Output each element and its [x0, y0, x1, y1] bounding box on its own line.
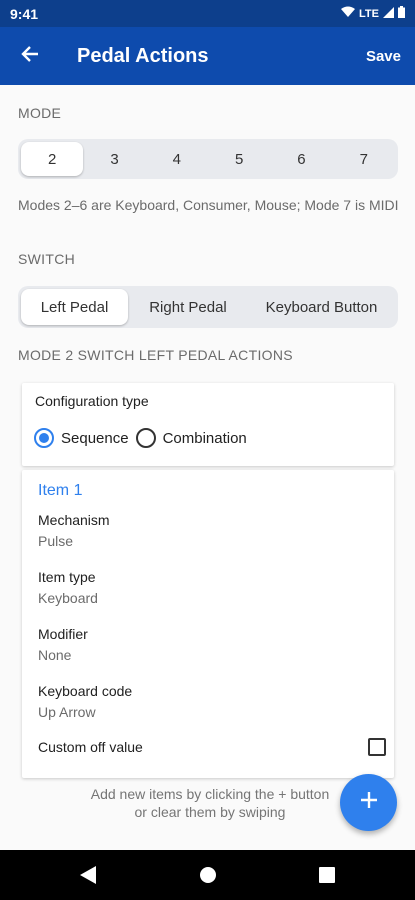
switch-selector: Left Pedal Right Pedal Keyboard Button [18, 286, 398, 328]
item-type-label: Item type [38, 569, 96, 585]
custom-off-checkbox[interactable] [368, 738, 386, 756]
mode-option-3[interactable]: 3 [83, 142, 145, 176]
mode-option-4[interactable]: 4 [146, 142, 208, 176]
hint-line-2: or clear them by swiping [134, 804, 286, 820]
item-type-value: Keyboard [38, 590, 98, 606]
modifier-label: Modifier [38, 626, 88, 642]
mode-selector: 2 3 4 5 6 7 [18, 139, 398, 179]
mechanism-value: Pulse [38, 533, 74, 549]
status-bar: 9:41 LTE [0, 0, 415, 27]
system-nav-bar [0, 850, 415, 900]
item-type-field[interactable]: Item type Keyboard [38, 569, 98, 606]
configuration-type-label: Configuration type [35, 393, 149, 409]
mode-option-5[interactable]: 5 [208, 142, 270, 176]
actions-section-label: MODE 2 SWITCH LEFT PEDAL ACTIONS [18, 347, 293, 363]
save-button[interactable]: Save [366, 48, 401, 65]
status-icons: LTE [341, 6, 405, 21]
switch-option-keyboard-button[interactable]: Keyboard Button [248, 289, 395, 325]
back-button[interactable] [0, 27, 60, 85]
content: MODE 2 3 4 5 6 7 Modes 2–6 are Keyboard,… [0, 85, 415, 850]
mode-help-text: Modes 2–6 are Keyboard, Consumer, Mouse;… [18, 197, 399, 213]
keyboard-code-label: Keyboard code [38, 683, 133, 699]
modifier-value: None [38, 647, 72, 663]
hint-line-1: Add new items by clicking the + button [90, 786, 330, 802]
mode-option-7[interactable]: 7 [333, 142, 395, 176]
nav-home-icon[interactable] [199, 866, 217, 889]
mechanism-label: Mechanism [38, 512, 110, 528]
custom-off-label: Custom off value [38, 739, 143, 755]
configuration-card: Configuration type Sequence Combination [22, 383, 394, 466]
battery-icon [398, 6, 405, 21]
network-type: LTE [359, 7, 379, 20]
combination-radio[interactable] [135, 428, 156, 448]
nav-recents-icon[interactable] [319, 867, 335, 888]
sequence-label[interactable]: Sequence [61, 430, 129, 447]
plus-icon [360, 791, 378, 814]
combination-label[interactable]: Combination [163, 430, 247, 447]
app-bar: Pedal Actions Save [0, 27, 415, 85]
wifi-icon [341, 6, 356, 21]
item-title: Item 1 [38, 482, 83, 499]
hint-text: Add new items by clicking the + button o… [60, 785, 360, 821]
keyboard-code-value: Up Arrow [38, 704, 96, 720]
item-card: Item 1 Mechanism Pulse Item type Keyboar… [22, 470, 394, 778]
mode-option-6[interactable]: 6 [270, 142, 332, 176]
nav-back-icon[interactable] [79, 865, 97, 890]
mode-option-2[interactable]: 2 [21, 142, 84, 176]
arrow-left-icon [21, 45, 39, 68]
mode-section-label: MODE [18, 105, 62, 121]
signal-icon [383, 6, 394, 21]
configuration-type-options: Sequence Combination [34, 428, 254, 448]
switch-option-right-pedal[interactable]: Right Pedal [128, 289, 248, 325]
switch-section-label: SWITCH [18, 251, 76, 267]
sequence-radio[interactable] [34, 428, 54, 448]
add-item-button[interactable] [340, 774, 397, 831]
mechanism-field[interactable]: Mechanism Pulse [38, 512, 110, 549]
switch-option-left-pedal[interactable]: Left Pedal [21, 289, 128, 325]
keyboard-code-field[interactable]: Keyboard code Up Arrow [38, 683, 132, 720]
page-title: Pedal Actions [77, 44, 209, 67]
status-time: 9:41 [10, 5, 39, 22]
modifier-field[interactable]: Modifier None [38, 626, 88, 663]
